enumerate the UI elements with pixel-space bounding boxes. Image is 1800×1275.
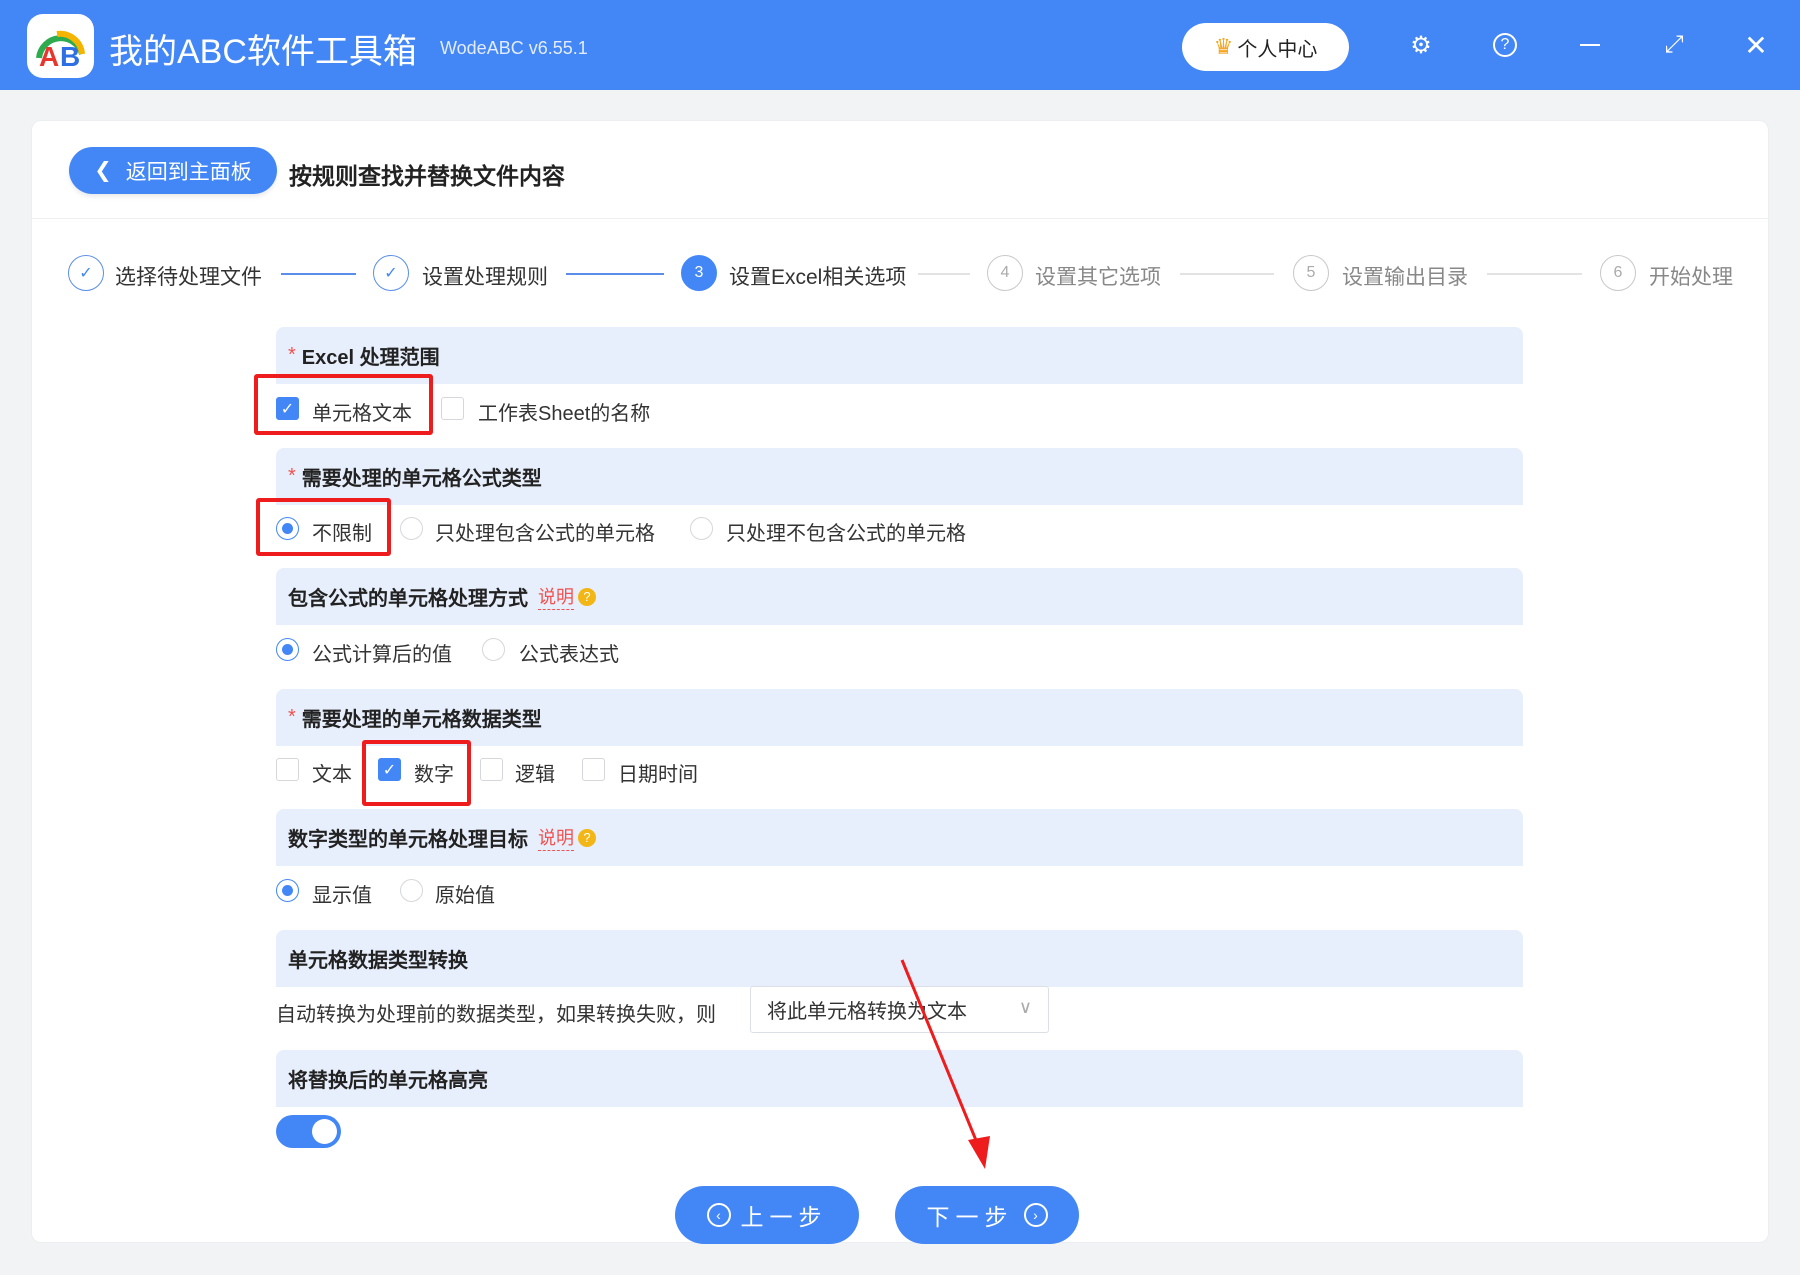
annotation-arrow (900, 959, 990, 1169)
